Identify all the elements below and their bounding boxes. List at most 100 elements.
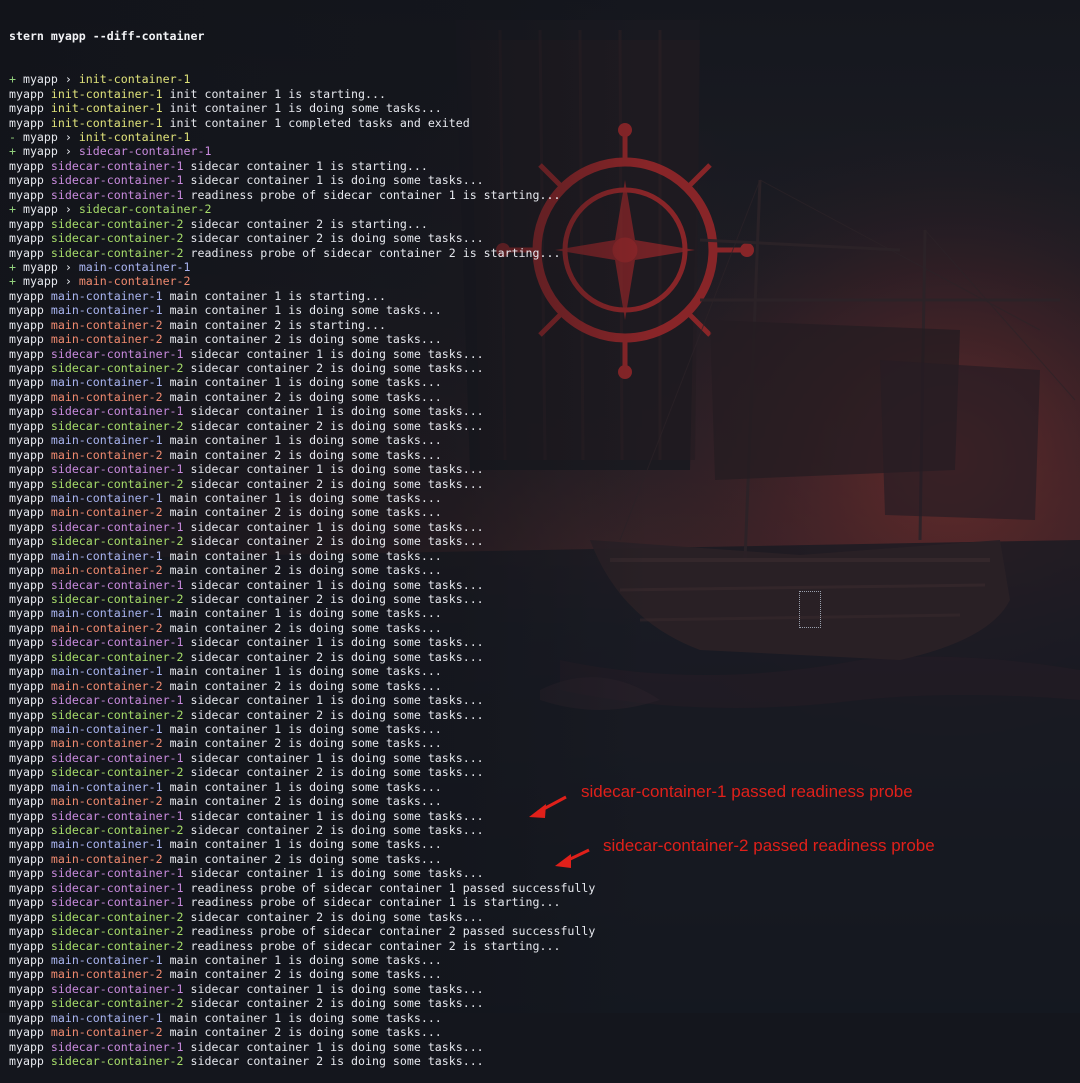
log-line: myapp sidecar-container-1 readiness prob…: [9, 188, 595, 202]
container-name: main-container-1: [50, 721, 163, 736]
log-line: myapp main-container-1 main container 1 …: [9, 953, 595, 967]
log-message: main container 1 is doing some tasks...: [169, 721, 442, 736]
container-name: sidecar-container-2: [50, 534, 184, 549]
log-message: main container 1 is doing some tasks...: [169, 303, 442, 318]
log-message: readiness probe of sidecar container 2 p…: [190, 924, 596, 939]
log-message: main container 1 is doing some tasks...: [169, 375, 442, 390]
container-name: main-container-2: [50, 967, 163, 982]
log-lines: + myapp › init-container-1 myapp init-con…: [9, 72, 595, 1068]
container-name: sidecar-container-2: [50, 245, 184, 260]
container-name: main-container-2: [50, 736, 163, 751]
container-event-line: + myapp › sidecar-container-1: [9, 144, 595, 158]
log-line: myapp sidecar-container-1 sidecar contai…: [9, 159, 595, 173]
log-line: myapp sidecar-container-1 sidecar contai…: [9, 578, 595, 592]
container-name: sidecar-container-1: [50, 808, 184, 823]
pod-name: myapp: [9, 823, 44, 837]
log-line: myapp main-container-2 main container 2 …: [9, 621, 595, 635]
container-name: main-container-1: [50, 606, 163, 621]
container-name: sidecar-container-2: [50, 418, 184, 433]
log-message: sidecar container 1 is doing some tasks.…: [190, 173, 484, 188]
log-line: myapp sidecar-container-1 sidecar contai…: [9, 347, 595, 361]
container-name: sidecar-container-2: [50, 216, 184, 231]
pod-name: myapp: [22, 202, 58, 217]
event-prefix: +: [9, 72, 16, 87]
container-name: main-container-1: [50, 375, 163, 390]
container-name: sidecar-container-1: [50, 519, 184, 534]
container-name: sidecar-container-1: [50, 404, 184, 419]
log-message: init container 1 is doing some tasks...: [169, 101, 442, 116]
log-line: myapp main-container-2 main container 2 …: [9, 390, 595, 404]
log-message: sidecar container 2 is doing some tasks.…: [190, 592, 484, 606]
container-event-line: + myapp › sidecar-container-2: [9, 202, 595, 216]
log-message: readiness probe of sidecar container 2 i…: [190, 245, 561, 260]
log-line: myapp sidecar-container-2 sidecar contai…: [9, 823, 595, 837]
pod-name: myapp: [9, 577, 44, 592]
log-message: main container 2 is doing some tasks...: [169, 736, 442, 751]
container-event-line: + myapp › main-container-1: [9, 260, 595, 274]
container-name: sidecar-container-1: [50, 635, 184, 650]
log-line: myapp main-container-1 main container 1 …: [9, 491, 595, 505]
pod-name: myapp: [9, 231, 44, 246]
log-message: sidecar container 2 is starting...: [190, 216, 428, 231]
log-line: myapp sidecar-container-2 sidecar contai…: [9, 361, 595, 375]
pod-name: myapp: [9, 635, 44, 650]
container-name: main-container-2: [50, 794, 163, 809]
pod-name: myapp: [9, 808, 44, 823]
log-message: main container 1 is doing some tasks...: [169, 664, 442, 679]
log-message: sidecar container 1 is doing some tasks.…: [190, 346, 484, 361]
pod-name: myapp: [9, 664, 44, 679]
annotation-sidecar1-passed: sidecar-container-1 passed readiness pro…: [581, 782, 913, 801]
container-name: sidecar-container-2: [50, 592, 184, 606]
log-line: myapp sidecar-container-2 sidecar contai…: [9, 419, 595, 433]
container-name: sidecar-container-1: [50, 577, 184, 592]
container-name: sidecar-container-1: [50, 895, 184, 910]
log-line: myapp main-container-1 main container 1 …: [9, 375, 595, 389]
log-line: myapp sidecar-container-2 readiness prob…: [9, 924, 595, 938]
pod-name: myapp: [9, 389, 44, 404]
pod-name: myapp: [9, 736, 44, 751]
log-message: main container 1 is doing some tasks...: [169, 606, 442, 621]
log-message: main container 2 is doing some tasks...: [169, 620, 442, 635]
annotation-sidecar2-passed: sidecar-container-2 passed readiness pro…: [603, 836, 935, 855]
pod-name: myapp: [9, 707, 44, 722]
log-message: sidecar container 1 is doing some tasks.…: [190, 519, 484, 534]
pod-name: myapp: [9, 361, 44, 375]
pod-name: myapp: [9, 115, 44, 130]
log-message: main container 1 is doing some tasks...: [169, 952, 442, 967]
separator: ›: [64, 130, 72, 144]
log-line: myapp init-container-1 init container 1 …: [9, 101, 595, 115]
pod-name: myapp: [9, 490, 44, 505]
container-name: sidecar-container-1: [78, 144, 212, 159]
container-name: sidecar-container-2: [50, 1054, 184, 1068]
pod-name: myapp: [9, 346, 44, 361]
container-name: main-container-1: [50, 303, 163, 318]
log-line: myapp main-container-1 main container 1 …: [9, 664, 595, 678]
separator: ›: [64, 274, 72, 289]
pod-name: myapp: [9, 303, 44, 318]
log-line: myapp sidecar-container-2 sidecar contai…: [9, 592, 595, 606]
container-name: sidecar-container-1: [50, 750, 184, 765]
container-name: main-container-1: [78, 259, 191, 274]
container-name: sidecar-container-1: [50, 346, 184, 361]
container-name: sidecar-container-2: [50, 765, 184, 780]
container-name: main-container-1: [50, 837, 163, 852]
pod-name: myapp: [9, 245, 44, 260]
log-message: sidecar container 1 is doing some tasks.…: [190, 635, 484, 650]
event-prefix: +: [9, 274, 16, 289]
pod-name: myapp: [9, 721, 44, 736]
log-line: myapp sidecar-container-2 sidecar contai…: [9, 910, 595, 924]
pod-name: myapp: [9, 866, 44, 881]
container-name: main-container-1: [50, 952, 163, 967]
container-name: main-container-2: [78, 274, 191, 289]
log-line: myapp main-container-2 main container 2 …: [9, 563, 595, 577]
container-name: sidecar-container-2: [50, 938, 184, 953]
pod-name: myapp: [9, 592, 44, 606]
log-line: myapp sidecar-container-1 sidecar contai…: [9, 462, 595, 476]
log-message: sidecar container 2 is doing some tasks.…: [190, 1054, 484, 1068]
log-line: myapp sidecar-container-1 sidecar contai…: [9, 982, 595, 996]
container-name: sidecar-container-1: [50, 187, 184, 202]
container-name: main-container-2: [50, 447, 163, 462]
log-line: myapp sidecar-container-2 sidecar contai…: [9, 217, 595, 231]
pod-name: myapp: [9, 952, 44, 967]
pod-name: myapp: [9, 851, 44, 866]
